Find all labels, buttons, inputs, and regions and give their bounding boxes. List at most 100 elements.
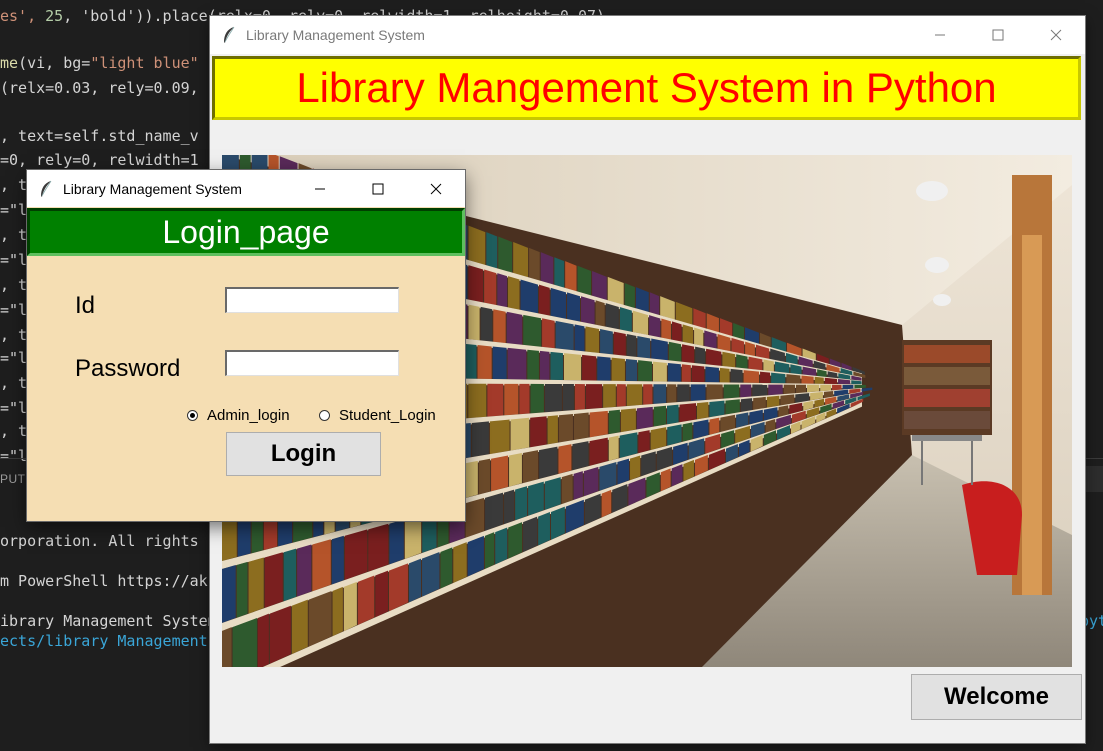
book-spine xyxy=(608,409,620,435)
maximize-button[interactable] xyxy=(969,16,1027,54)
book-spine xyxy=(484,269,497,306)
book-spine xyxy=(523,314,542,347)
book-spine xyxy=(493,309,506,344)
login-window-title: Library Management System xyxy=(63,180,242,197)
book-spine xyxy=(498,236,513,273)
book-spine xyxy=(740,384,752,398)
book-spine xyxy=(527,349,539,380)
book-spine xyxy=(567,292,581,322)
welcome-button[interactable]: Welcome xyxy=(911,674,1082,720)
maximize-button[interactable] xyxy=(349,170,407,207)
book-spine xyxy=(636,406,653,430)
book-spine xyxy=(343,581,357,632)
login-button[interactable]: Login xyxy=(226,432,381,476)
code-token: "light blue" xyxy=(90,54,199,72)
panel-tab-output[interactable]: PUT xyxy=(0,472,26,486)
book-spine xyxy=(297,544,312,597)
close-button[interactable] xyxy=(407,170,465,207)
close-button[interactable] xyxy=(1027,16,1085,54)
code-line: , t xyxy=(0,275,27,295)
book-spine xyxy=(706,384,723,400)
book-spine xyxy=(725,399,740,415)
book-spine xyxy=(682,422,693,442)
title-banner: Library Mangement System in Python xyxy=(212,56,1081,120)
id-input[interactable] xyxy=(225,287,399,313)
book-spine xyxy=(719,367,730,383)
book-spine xyxy=(736,354,748,369)
book-spine xyxy=(595,300,605,327)
book-spine xyxy=(620,408,636,433)
book-spine xyxy=(573,412,589,440)
book-spine xyxy=(489,419,510,455)
code-token: me xyxy=(0,54,19,72)
admin-login-radio[interactable]: Admin_login xyxy=(187,407,290,424)
book-spine xyxy=(389,519,404,565)
book-spine xyxy=(763,359,774,372)
book-spine xyxy=(723,384,740,399)
login-header: Login_page xyxy=(27,208,465,256)
book-spine xyxy=(513,242,529,278)
book-spine xyxy=(637,335,651,359)
book-spine xyxy=(528,481,544,516)
minimize-button[interactable] xyxy=(911,16,969,54)
code-token: , t xyxy=(0,176,28,194)
book-spine xyxy=(478,458,491,495)
book-spine xyxy=(487,383,504,417)
password-input[interactable] xyxy=(225,350,399,376)
book-spine xyxy=(264,552,283,609)
book-spine xyxy=(682,324,694,345)
book-spine xyxy=(796,384,806,394)
book-spine xyxy=(550,351,563,381)
book-spine xyxy=(638,430,650,454)
book-spine xyxy=(440,547,453,589)
book-spine xyxy=(269,605,291,664)
book-spine xyxy=(544,383,562,413)
book-spine xyxy=(471,421,489,458)
code-token: (vi, bg= xyxy=(18,54,91,72)
book-spine xyxy=(508,276,520,310)
code-line: (relx=0.03, rely=0.09, xyxy=(0,78,199,98)
book-spine xyxy=(681,364,691,382)
book-spine xyxy=(539,350,550,380)
book-spine xyxy=(375,570,388,618)
book-spine xyxy=(558,413,573,443)
book-spine xyxy=(652,361,667,382)
code-token: , t xyxy=(0,374,28,392)
code-token: (relx=0.03, rely=0.09, xyxy=(0,79,199,97)
code-token: , t xyxy=(0,276,28,294)
book-spine xyxy=(561,473,573,505)
book-spine xyxy=(624,283,635,309)
login-window: Library Management System Login_page Id … xyxy=(27,170,465,521)
student-login-radio[interactable]: Student_Login xyxy=(319,407,436,424)
book-spine xyxy=(691,365,705,383)
login-titlebar[interactable]: Library Management System xyxy=(27,170,465,207)
book-spine xyxy=(706,348,722,366)
code-line: ="l xyxy=(0,398,27,418)
book-spine xyxy=(555,320,574,351)
book-spine xyxy=(709,417,720,435)
terminal-line: orporation. All rights xyxy=(0,532,199,550)
book-spine xyxy=(468,225,486,266)
book-spine xyxy=(485,492,504,531)
book-spine xyxy=(484,532,495,570)
book-spine xyxy=(565,261,577,292)
terminal-line: m PowerShell https://ak xyxy=(0,572,208,590)
book-spine xyxy=(504,489,515,525)
code-line: , t xyxy=(0,325,27,345)
banner-title: Library Mangement System in Python xyxy=(296,64,997,111)
book-spine xyxy=(404,514,422,560)
id-label: Id xyxy=(75,292,96,319)
book-spine xyxy=(368,523,389,572)
book-spine xyxy=(574,384,585,411)
terminal-line: ibrary Management System xyxy=(0,612,217,630)
book-spine xyxy=(730,368,743,383)
book-spine xyxy=(667,384,677,403)
book-spine xyxy=(630,455,641,481)
book-spine xyxy=(589,410,608,438)
book-spine xyxy=(626,384,643,407)
book-spine xyxy=(690,384,706,402)
main-titlebar[interactable]: Library Management System xyxy=(210,16,1085,54)
minimize-button[interactable] xyxy=(291,170,349,207)
book-spine xyxy=(453,542,467,583)
book-spine xyxy=(519,383,530,415)
